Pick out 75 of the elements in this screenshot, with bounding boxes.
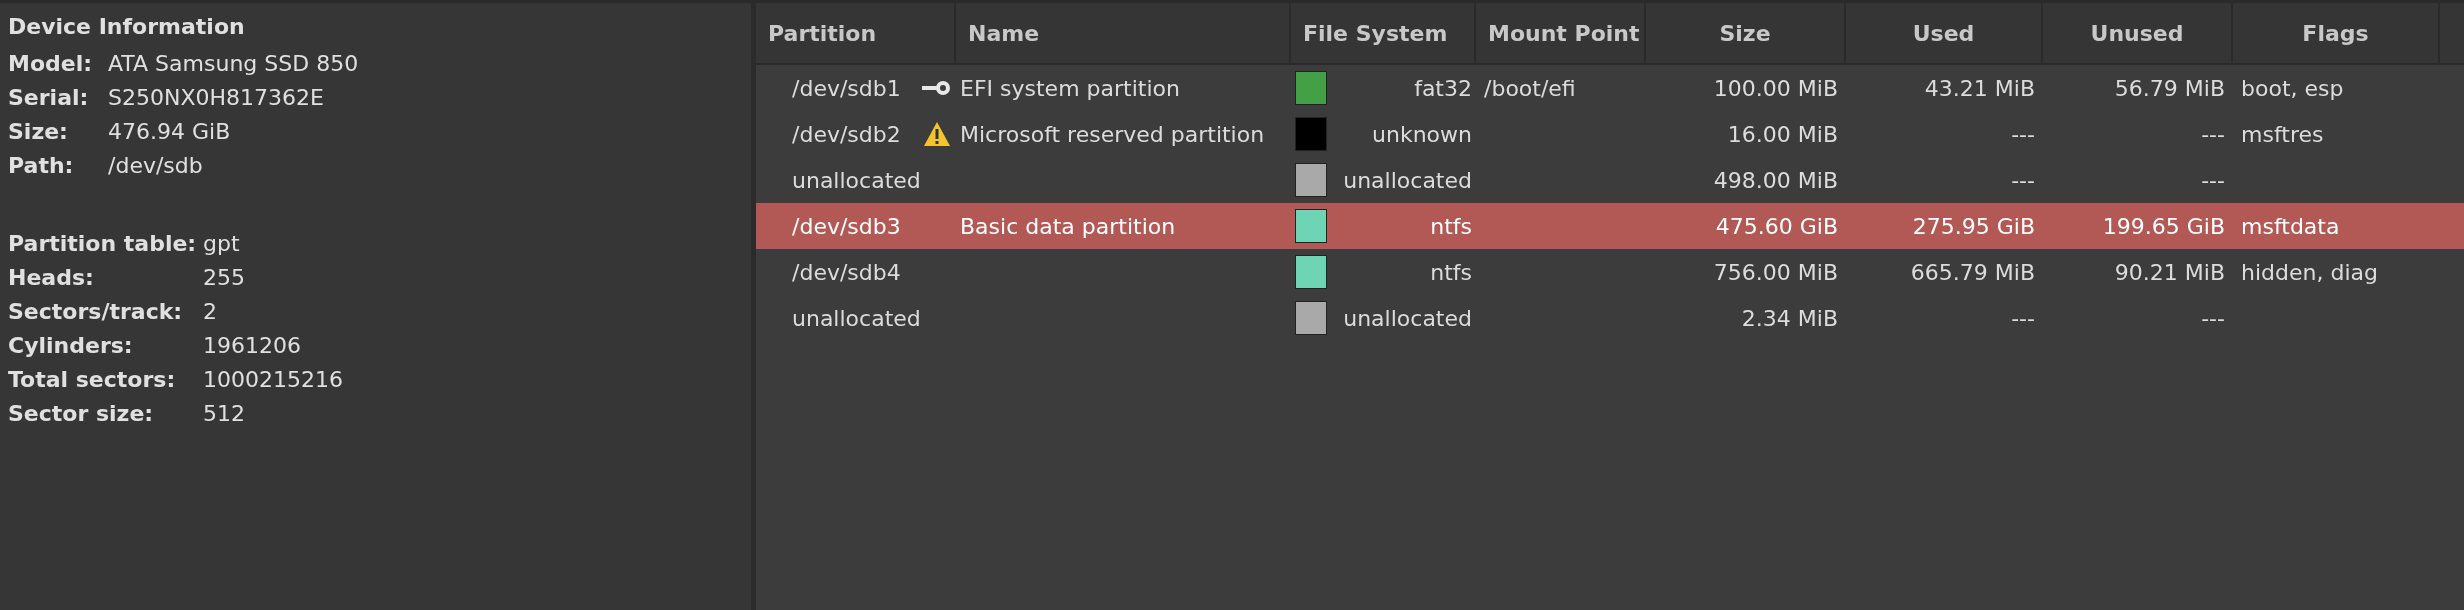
table-cell: /dev/sdb2: [792, 121, 901, 147]
table-cell: /dev/sdb1: [792, 75, 901, 101]
panel-title: Device Information: [8, 13, 246, 41]
column-header[interactable]: Unused: [2043, 3, 2233, 63]
field-value: S250NX0H817362E: [108, 84, 325, 112]
field-value: 1961206: [203, 332, 302, 360]
column-header[interactable]: Used: [1846, 3, 2043, 63]
partition-row[interactable]: unallocated unallocated 498.00 MiB --- ---: [756, 157, 2464, 203]
table-cell: Microsoft reserved partition: [960, 121, 1265, 147]
table-cell: unallocated: [792, 305, 921, 331]
table-cell-text: ntfs: [1429, 213, 1472, 239]
column-header[interactable]: Name: [956, 3, 1291, 63]
field-label: Model:: [8, 50, 93, 78]
column-header[interactable]: Flags: [2233, 3, 2440, 63]
table-cell: 756.00 MiB: [1713, 259, 1838, 285]
table-cell: 43.21 MiB: [1924, 75, 2035, 101]
warning-icon: [922, 120, 952, 148]
field-label: Heads:: [8, 264, 95, 292]
field-label: Cylinders:: [8, 332, 134, 360]
field-label: Serial:: [8, 84, 90, 112]
table-cell-text: fat32: [1413, 75, 1472, 101]
table-cell-text: unallocated: [1342, 167, 1472, 193]
field-label: Size:: [8, 118, 69, 146]
table-cell: 16.00 MiB: [1727, 121, 1838, 147]
table-cell: msftdata: [2241, 213, 2340, 239]
column-header[interactable]: File System: [1291, 3, 1476, 63]
column-header[interactable]: Partition: [756, 3, 956, 63]
table-cell: 100.00 MiB: [1713, 75, 1838, 101]
field-label: Partition table:: [8, 230, 198, 258]
table-cell: hidden, diag: [2241, 259, 2378, 285]
table-cell: 275.95 GiB: [1912, 213, 2035, 239]
field-label: Total sectors:: [8, 366, 177, 394]
field-value: 512: [203, 400, 246, 428]
table-cell-text: unknown: [1371, 121, 1472, 147]
partition-row[interactable]: /dev/sdb4 ntfs 756.00 MiB 665.79 MiB 90.21 MiB hidden, diag: [756, 249, 2464, 295]
partition-row[interactable]: /dev/sdb1 EFI system partition fat32 /boot/efi 100.00 MiB 43.21 MiB 56.79 MiB boot, esp: [756, 65, 2464, 111]
table-cell: 2.34 MiB: [1741, 305, 1838, 331]
field-value: 255: [203, 264, 246, 292]
table-cell: ---: [2011, 167, 2035, 193]
field-label: Sector size:: [8, 400, 155, 428]
table-cell: boot, esp: [2241, 75, 2344, 101]
table-cell: ---: [2201, 167, 2225, 193]
table-cell: Basic data partition: [960, 213, 1176, 239]
table-cell: EFI system partition: [960, 75, 1180, 101]
table-cell: 498.00 MiB: [1713, 167, 1838, 193]
table-cell: 90.21 MiB: [2114, 259, 2225, 285]
partition-row[interactable]: unallocated unallocated 2.34 MiB --- ---: [756, 295, 2464, 341]
table-cell: /dev/sdb4: [792, 259, 901, 285]
field-value: ATA Samsung SSD 850: [108, 50, 360, 78]
column-header[interactable]: Size: [1646, 3, 1846, 63]
table-cell-text: unallocated: [1342, 305, 1472, 331]
table-cell: ---: [2011, 121, 2035, 147]
field-value: 1000215216: [203, 366, 344, 394]
table-cell: ---: [2201, 305, 2225, 331]
field-value: 476.94 GiB: [108, 118, 232, 146]
field-value: gpt: [203, 230, 241, 258]
table-cell: 665.79 MiB: [1910, 259, 2035, 285]
partition-row[interactable]: /dev/sdb3 Basic data partition ntfs 475.60 GiB 275.95 GiB 199.65 GiB msftdata: [756, 203, 2464, 249]
table-cell: 475.60 GiB: [1715, 213, 1838, 239]
table-cell: ---: [2011, 305, 2035, 331]
table-cell: 56.79 MiB: [2114, 75, 2225, 101]
column-header[interactable]: Mount Point: [1476, 3, 1646, 63]
field-label: Path:: [8, 152, 75, 180]
table-cell: 199.65 GiB: [2102, 213, 2225, 239]
partition-row[interactable]: /dev/sdb2 Microsoft reserved partition unknown 16.00 MiB --- --- msftres: [756, 111, 2464, 157]
table-cell: /dev/sdb3: [792, 213, 901, 239]
table-cell-text: ntfs: [1429, 259, 1472, 285]
table-cell: unallocated: [792, 167, 921, 193]
table-cell: msftres: [2241, 121, 2324, 147]
field-value: 2: [203, 298, 218, 326]
field-value: /dev/sdb: [108, 152, 204, 180]
table-cell: /boot/efi: [1484, 75, 1576, 101]
table-cell: ---: [2201, 121, 2225, 147]
field-label: Sectors/track:: [8, 298, 184, 326]
key-icon: [920, 78, 952, 98]
